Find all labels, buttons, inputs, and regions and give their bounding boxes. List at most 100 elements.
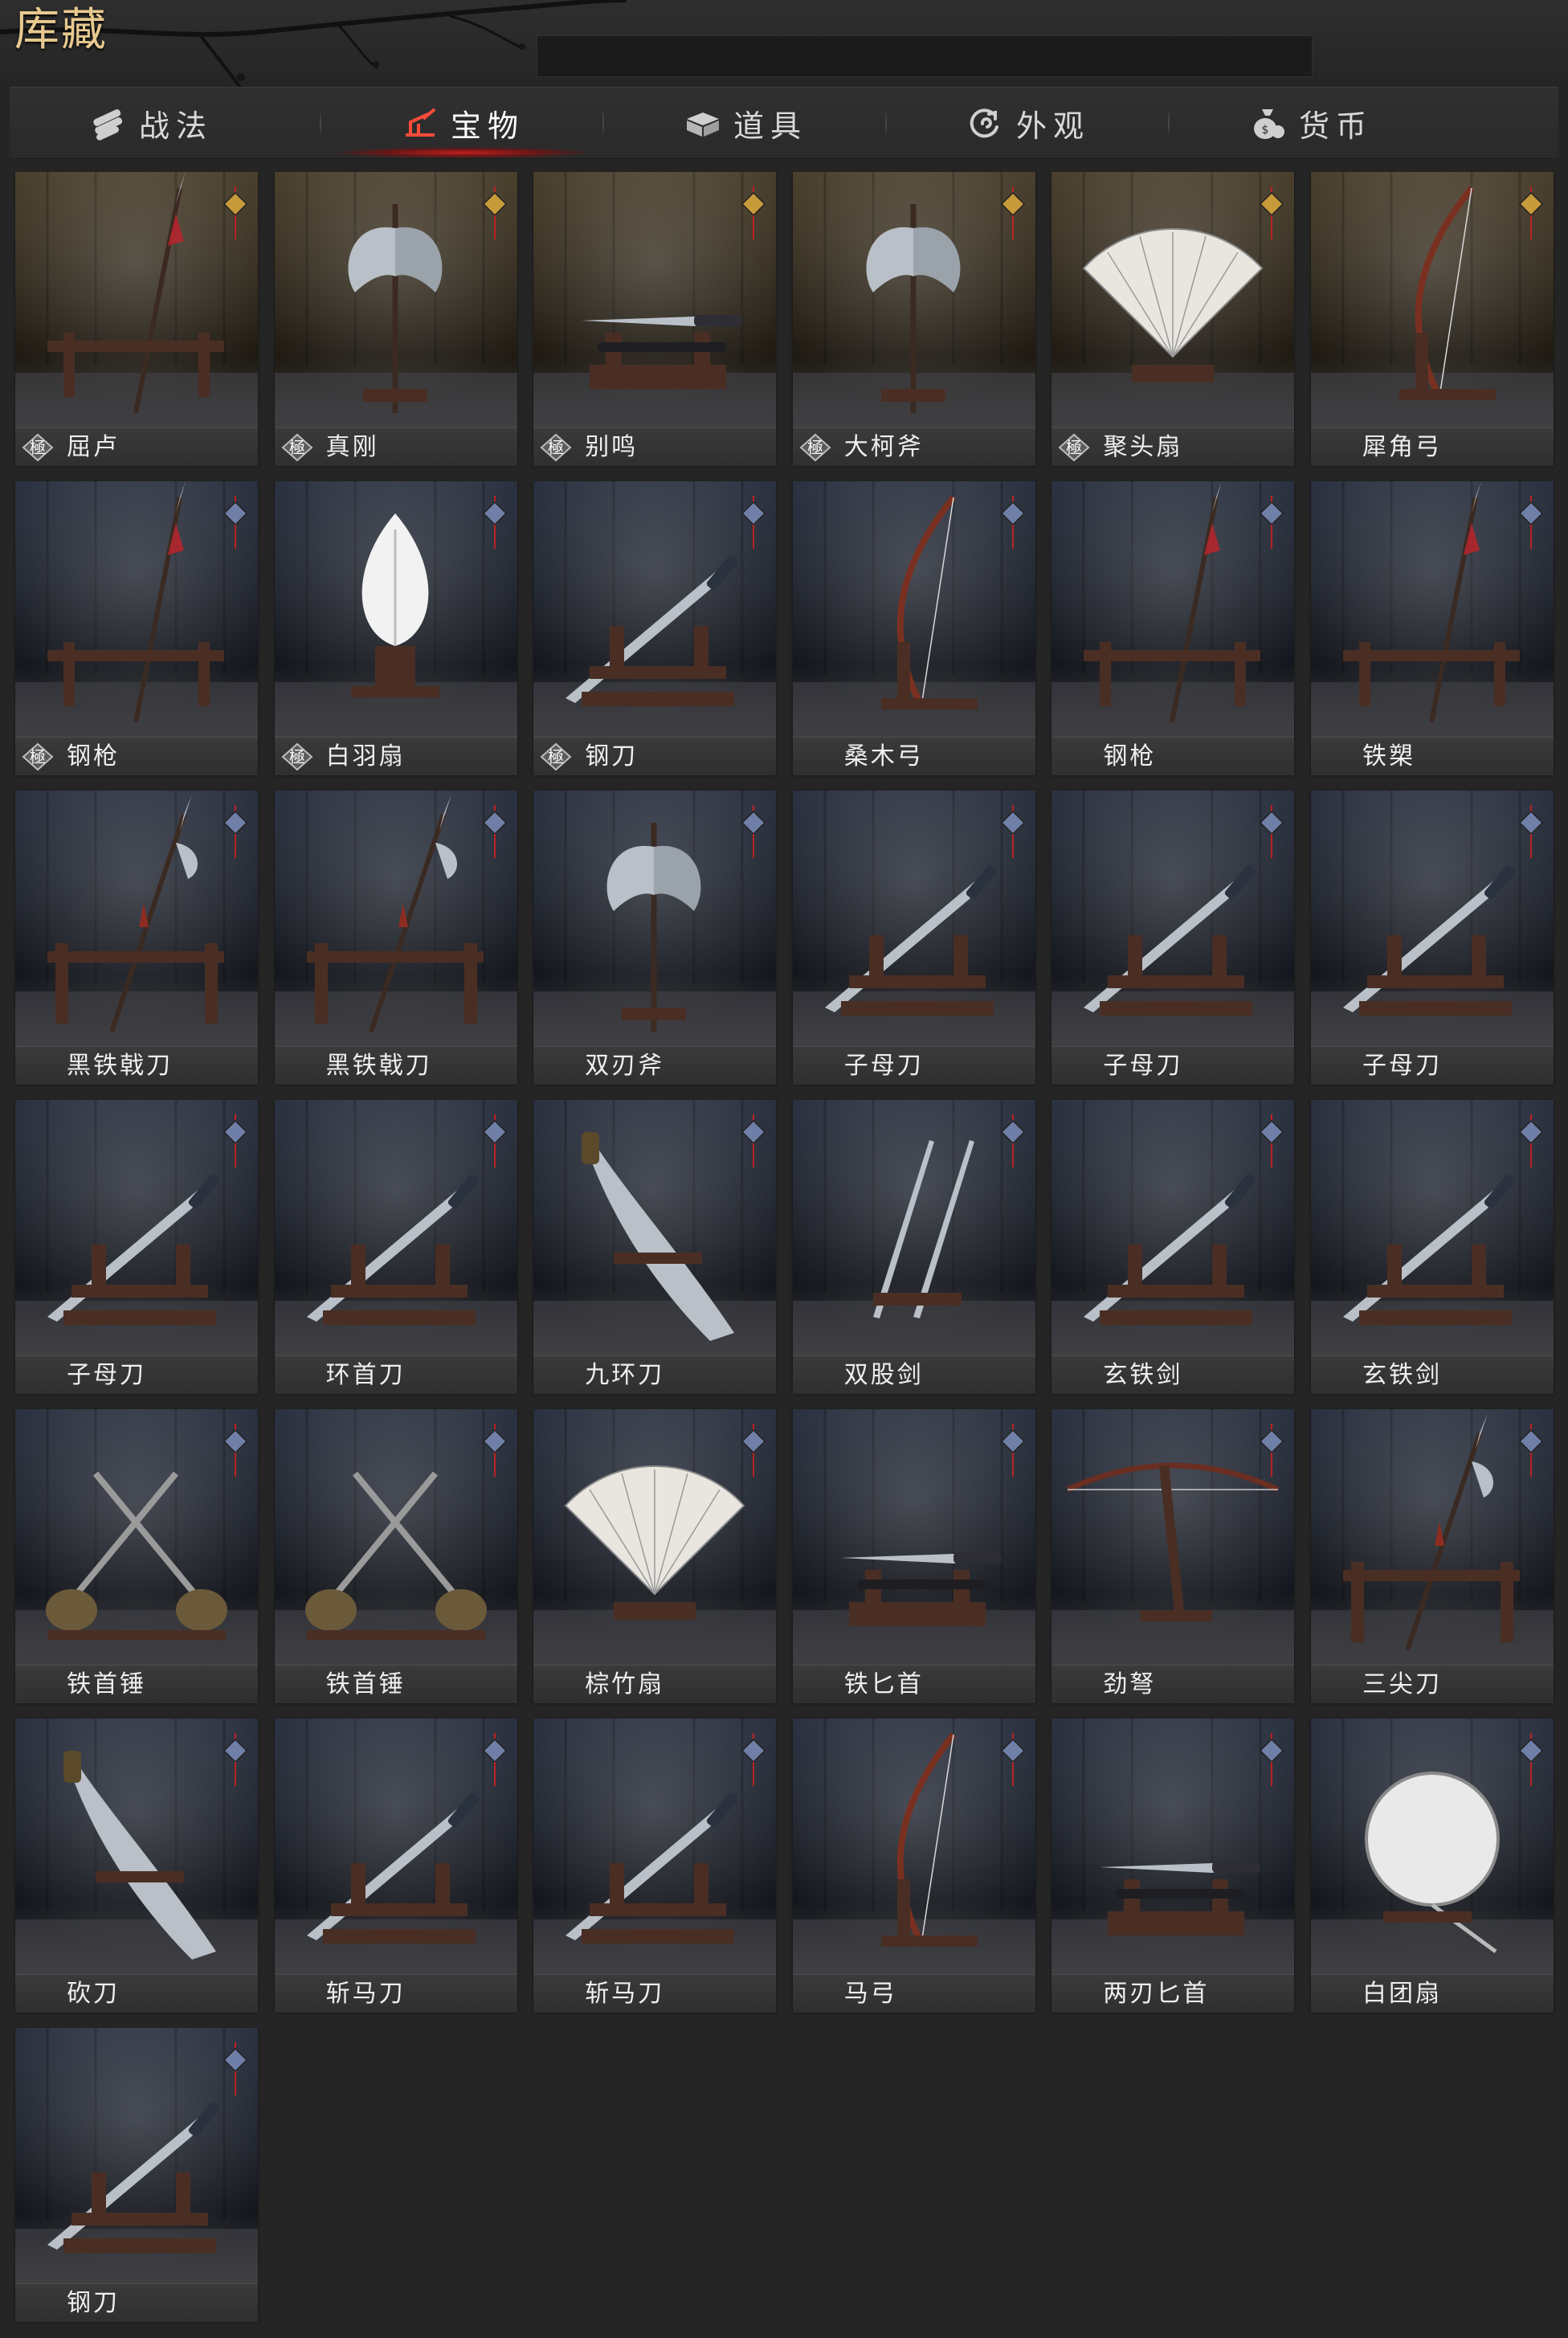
treasure-nameplate: 黑铁戟刀 (274, 1046, 517, 1085)
blue-rarity-tag-icon (1000, 1114, 1025, 1167)
treasure-card[interactable]: 子母刀 (15, 1100, 258, 1394)
treasure-card[interactable]: 子母刀 (1310, 791, 1554, 1085)
treasure-card[interactable]: 玄铁剑 (1310, 1100, 1554, 1394)
grade-badge: 極 (281, 433, 313, 462)
treasure-card[interactable]: 極 别鸣 (533, 172, 777, 466)
treasure-card[interactable]: 黑铁戟刀 (274, 791, 517, 1085)
grade-badge-text: 極 (289, 438, 305, 457)
treasure-card[interactable]: 钢枪 (1051, 481, 1295, 775)
treasure-nameplate: 極 聚头扇 (1051, 427, 1295, 466)
treasure-card[interactable]: 双股剑 (792, 1100, 1035, 1394)
swirl-icon (970, 108, 998, 138)
treasure-card[interactable]: 铁匕首 (792, 1409, 1035, 1703)
blue-rarity-tag-icon (741, 496, 766, 549)
tab-currency[interactable]: $ 货币 (1170, 88, 1451, 158)
money-bag-icon: $ (1253, 109, 1284, 139)
treasure-name: 铁首锤 (67, 1670, 146, 1698)
blue-rarity-tag-icon (1518, 805, 1544, 858)
treasure-card[interactable]: 極 屈卢 (15, 172, 258, 466)
tab-items[interactable]: 道具 (604, 88, 885, 158)
treasure-name: 棕竹扇 (585, 1670, 665, 1698)
treasure-nameplate: 铁首锤 (15, 1665, 258, 1703)
blue-rarity-tag-icon (482, 805, 507, 858)
treasure-nameplate: 钢刀 (15, 2283, 258, 2322)
treasure-card[interactable]: 極 真刚 (274, 172, 517, 466)
treasure-name: 钢刀 (67, 2289, 120, 2317)
treasure-nameplate: 铁槊 (1310, 737, 1554, 775)
treasure-name: 黑铁戟刀 (67, 1052, 173, 1080)
treasure-card[interactable]: 黑铁戟刀 (15, 791, 258, 1085)
blue-rarity-tag-icon (1260, 1733, 1284, 1786)
treasure-card[interactable]: 玄铁剑 (1051, 1100, 1295, 1394)
treasure-card[interactable]: 铁槊 (1310, 481, 1554, 775)
treasure-card[interactable]: 三尖刀 (1310, 1409, 1554, 1703)
treasure-card[interactable]: 铁首锤 (15, 1409, 258, 1703)
treasure-card[interactable]: 九环刀 (533, 1100, 777, 1394)
category-tab-bar: 战法 宝物 道具 外观 $ 货币 (10, 87, 1558, 159)
grade-badge-text: 極 (807, 438, 823, 457)
tab-tactics[interactable]: 战法 (10, 88, 291, 158)
blue-rarity-tag-icon (223, 496, 248, 549)
weapon-rack-icon (405, 108, 436, 137)
treasure-card[interactable]: 極 钢枪 (15, 481, 258, 775)
treasure-name: 双股剑 (843, 1361, 924, 1389)
grade-badge: 極 (22, 742, 54, 771)
grade-badge-text: 極 (548, 747, 564, 766)
treasure-card[interactable]: 砍刀 (15, 1719, 258, 2013)
treasure-card[interactable]: 两刃匕首 (1051, 1719, 1295, 2013)
grade-badge: 極 (1058, 433, 1090, 462)
treasure-card[interactable]: 斩马刀 (274, 1719, 517, 2013)
treasure-name: 别鸣 (585, 433, 639, 461)
treasure-name: 玄铁剑 (1362, 1361, 1442, 1389)
tab-label: 道具 (733, 108, 807, 144)
treasure-name: 三尖刀 (1362, 1670, 1442, 1698)
treasure-card[interactable]: 铁首锤 (274, 1409, 517, 1703)
gold-rarity-tag-icon (1260, 186, 1284, 239)
treasure-name: 砍刀 (67, 1980, 120, 2008)
treasure-nameplate: 铁匕首 (792, 1665, 1035, 1703)
treasure-card[interactable]: 钢刀 (15, 2028, 258, 2322)
treasure-card[interactable]: 劲弩 (1051, 1409, 1295, 1703)
treasure-card[interactable]: 極 聚头扇 (1051, 172, 1295, 466)
tab-treasures[interactable]: 宝物 (321, 88, 602, 158)
treasure-card[interactable]: 斩马刀 (533, 1719, 777, 2013)
search-field[interactable] (537, 35, 1313, 77)
treasure-nameplate: 極 大柯斧 (792, 427, 1035, 466)
treasure-card[interactable]: 棕竹扇 (533, 1409, 777, 1703)
treasure-card[interactable]: 白团扇 (1310, 1719, 1554, 2013)
blue-rarity-tag-icon (1518, 1114, 1544, 1167)
treasure-nameplate: 極 别鸣 (533, 427, 777, 466)
treasure-nameplate: 子母刀 (15, 1355, 258, 1394)
treasure-nameplate: 極 钢刀 (533, 737, 777, 775)
blue-rarity-tag-icon (1000, 805, 1025, 858)
treasure-nameplate: 極 屈卢 (15, 427, 258, 466)
treasure-card[interactable]: 極 大柯斧 (792, 172, 1035, 466)
treasure-card[interactable]: 子母刀 (1051, 791, 1295, 1085)
blue-rarity-tag-icon (1518, 1733, 1544, 1786)
blue-rarity-tag-icon (1260, 496, 1284, 549)
treasure-name: 子母刀 (67, 1361, 146, 1389)
treasure-card[interactable]: 子母刀 (792, 791, 1035, 1085)
gold-rarity-tag-icon (482, 186, 507, 239)
treasure-card[interactable]: 極 钢刀 (533, 481, 777, 775)
treasure-name: 钢枪 (1103, 742, 1157, 770)
treasure-nameplate: 九环刀 (533, 1355, 777, 1394)
tab-label: 货币 (1298, 108, 1373, 144)
treasure-card[interactable]: 双刃斧 (533, 791, 777, 1085)
treasure-card[interactable]: 环首刀 (274, 1100, 517, 1394)
blue-rarity-tag-icon (1260, 1114, 1284, 1167)
tab-appearance[interactable]: 外观 (887, 88, 1168, 158)
gold-rarity-tag-icon (1000, 186, 1025, 239)
treasure-nameplate: 铁首锤 (274, 1665, 517, 1703)
blue-rarity-tag-icon (223, 2042, 248, 2095)
treasure-card[interactable]: 犀角弓 (1310, 172, 1554, 466)
treasure-name: 九环刀 (585, 1361, 665, 1389)
treasure-card[interactable]: 極 白羽扇 (274, 481, 517, 775)
treasure-nameplate: 子母刀 (1051, 1046, 1295, 1085)
treasure-name: 聚头扇 (1103, 433, 1183, 461)
treasure-card[interactable]: 马弓 (792, 1719, 1035, 2013)
grade-badge-text: 極 (548, 438, 564, 457)
treasure-name: 子母刀 (1103, 1052, 1183, 1080)
treasure-card[interactable]: 桑木弓 (792, 481, 1035, 775)
treasure-name: 桑木弓 (843, 742, 924, 770)
